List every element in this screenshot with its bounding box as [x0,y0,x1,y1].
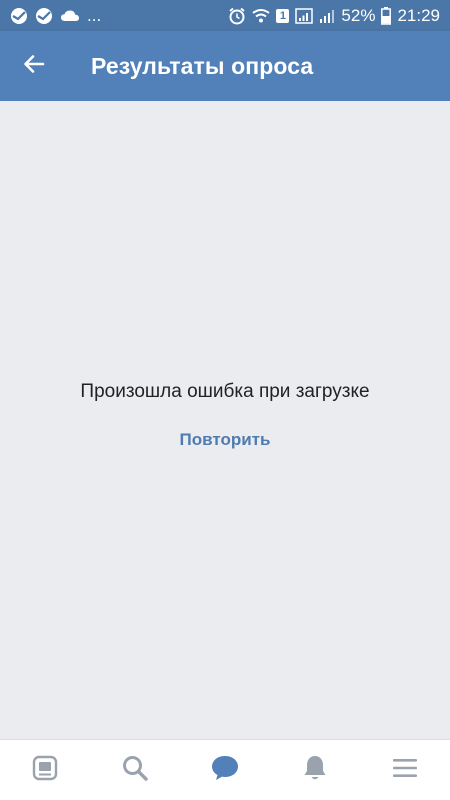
status-bar-left: ... [10,6,101,26]
main-content: Произошла ошибка при загрузке Повторить [0,101,450,739]
alarm-icon [228,7,246,25]
more-indicator: ... [87,5,102,25]
sberbank-icon [10,7,28,25]
clock: 21:29 [397,5,440,25]
messages-icon [210,754,240,787]
battery-icon [381,6,392,25]
page-title: Результаты опроса [91,53,314,79]
nav-item-search[interactable] [105,745,165,795]
bottom-navigation [0,739,450,800]
menu-icon [392,757,418,784]
search-icon [121,754,149,787]
app-header: Результаты опроса [0,31,450,101]
nav-item-messages[interactable] [195,745,255,795]
sberbank-icon [35,7,53,25]
battery-percent: 52% [341,5,376,25]
cloud-icon [60,8,80,24]
status-bar-right: 1 52% 21:29 [228,6,440,26]
back-button[interactable] [16,48,52,84]
signal-icon [295,7,314,24]
arrow-left-icon [22,52,46,81]
notifications-icon [302,754,328,787]
nav-item-notifications[interactable] [285,745,345,795]
nav-item-menu[interactable] [375,745,435,795]
error-message: Произошла ошибка при загрузке [80,381,370,402]
news-icon [32,755,58,786]
sim-icon: 1 [276,8,290,23]
wifi-icon [252,8,271,24]
signal-icon [319,8,335,24]
nav-item-news[interactable] [15,745,75,795]
status-bar: ... 1 52% 21:29 [0,0,450,31]
retry-button[interactable]: Повторить [165,425,285,455]
